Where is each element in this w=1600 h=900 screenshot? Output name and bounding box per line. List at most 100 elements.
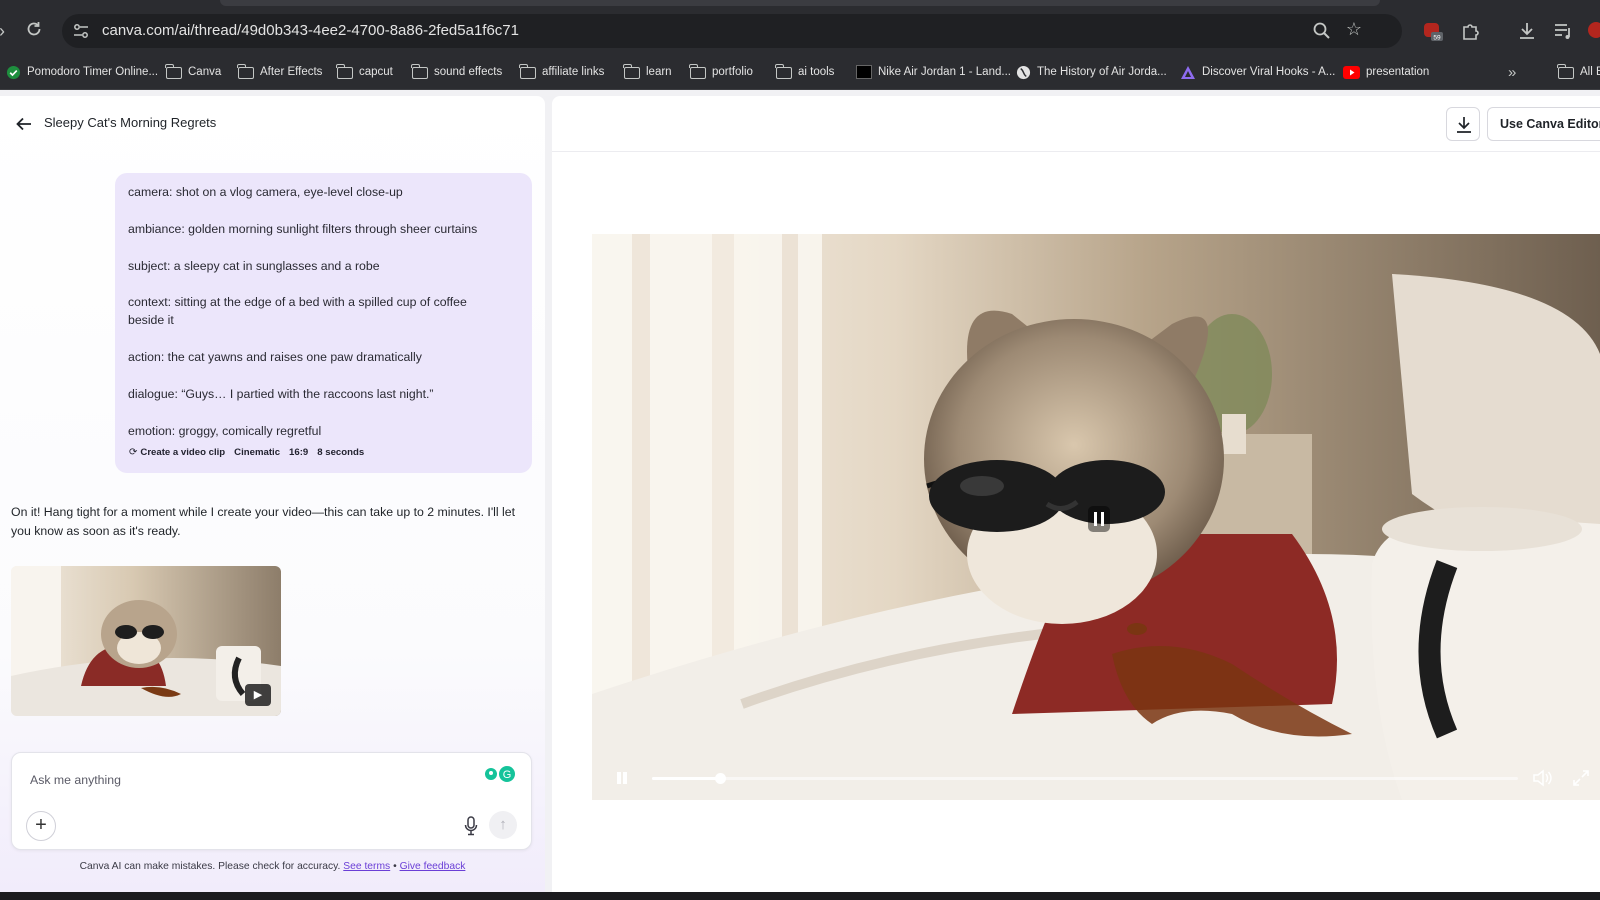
preview-panel: Use Canva Editor: [552, 96, 1600, 892]
prompt-line-ambiance: ambiance: golden morning sunlight filter…: [128, 222, 478, 236]
folder-icon: [775, 64, 792, 79]
progress-knob[interactable]: [714, 773, 726, 784]
folder-icon: [519, 64, 536, 79]
microphone-icon[interactable]: [463, 815, 479, 837]
disclaimer-text: Canva AI can make mistakes. Please check…: [79, 861, 341, 872]
site-settings-icon[interactable]: [72, 22, 90, 40]
video-thumbnail[interactable]: ▶: [11, 566, 281, 716]
svg-text:G: G: [503, 769, 512, 781]
taskbar-edge: [0, 892, 1600, 900]
folder-icon: [1557, 64, 1574, 79]
give-feedback-link[interactable]: Give feedback: [400, 861, 466, 872]
folder-icon: [689, 64, 706, 79]
svg-text:59: 59: [1433, 35, 1441, 42]
bookmark-sound-effects[interactable]: sound effects: [411, 63, 503, 81]
bookmark-pomodoro[interactable]: Pomodoro Timer Online...: [6, 63, 158, 81]
prompt-line-emotion: emotion: groggy, comically regretful: [128, 424, 322, 438]
disclaimer: Canva AI can make mistakes. Please check…: [0, 861, 545, 872]
ask-input[interactable]: [30, 773, 450, 787]
extension-badge-icon[interactable]: 59: [1422, 20, 1444, 42]
add-attachment-button[interactable]: +: [26, 811, 56, 841]
prompt-line-dialogue: dialogue: “Guys… I partied with the racc…: [128, 387, 434, 401]
folder-icon: [623, 64, 640, 79]
bookmark-air-jordan-history[interactable]: The History of Air Jorda...: [1016, 63, 1167, 81]
video-player[interactable]: [592, 234, 1600, 800]
bookmark-label: ai tools: [798, 66, 835, 78]
folder-icon: [237, 64, 254, 79]
profile-avatar[interactable]: [1588, 22, 1600, 38]
user-prompt-bubble: camera: shot on a vlog camera, eye-level…: [115, 173, 532, 473]
bookmark-label: affiliate links: [542, 66, 605, 78]
video-controls: [592, 756, 1600, 800]
see-terms-link[interactable]: See terms: [343, 861, 390, 872]
bookmark-label: The History of Air Jorda...: [1037, 66, 1167, 78]
bookmark-label: portfolio: [712, 66, 753, 78]
bookmark-capcut[interactable]: capcut: [336, 63, 393, 81]
aspect-ratio-chip: 16:9: [289, 447, 309, 458]
disclaimer-separator: •: [393, 861, 397, 872]
center-pause-icon[interactable]: [1086, 504, 1112, 534]
canva-ai-app: Sleepy Cat's Morning Regrets camera: sho…: [0, 90, 1600, 892]
bookmark-canva[interactable]: Canva: [165, 63, 222, 81]
pause-icon[interactable]: [616, 772, 628, 784]
globe-icon: [1016, 65, 1031, 79]
folder-icon: [411, 64, 428, 79]
play-icon[interactable]: ▶: [245, 684, 271, 706]
triangle-logo-icon: [1181, 65, 1195, 79]
bookmark-label: capcut: [359, 66, 393, 78]
create-video-chip: ⟳ Create a video clip: [129, 447, 225, 458]
chip-label: Create a video clip: [140, 447, 226, 458]
style-chip: Cinematic: [234, 447, 281, 458]
prompt-chips: ⟳ Create a video clip Cinematic 16:9 8 se…: [129, 447, 364, 458]
thread-title: Sleepy Cat's Morning Regrets: [44, 115, 217, 130]
folder-icon: [336, 64, 353, 79]
url-text[interactable]: canva.com/ai/thread/49d0b343-4ee2-4700-8…: [102, 22, 519, 39]
nike-icon: [856, 65, 872, 79]
browser-toolbar: › canva.com/ai/thread/49d0b343-4ee2-4700…: [0, 8, 1600, 54]
volume-icon[interactable]: [1532, 769, 1552, 787]
zoom-icon[interactable]: [1312, 21, 1332, 41]
grammarly-icon[interactable]: G: [483, 765, 517, 783]
bookmark-label: presentation: [1366, 66, 1430, 78]
bookmark-nike[interactable]: Nike Air Jordan 1 - Land...: [856, 63, 1011, 81]
bookmark-presentation[interactable]: presentation: [1343, 63, 1429, 81]
forward-icon[interactable]: ›: [0, 19, 14, 43]
chat-composer: G + ↑: [11, 752, 532, 850]
bookmark-label: Canva: [188, 66, 222, 78]
more-bookmarks-chevron-icon[interactable]: »: [1508, 63, 1516, 81]
reload-icon[interactable]: [22, 19, 46, 43]
prompt-line-subject: subject: a sleepy cat in sunglasses and …: [128, 259, 380, 273]
bookmark-star-icon[interactable]: ☆: [1346, 19, 1362, 40]
bookmark-learn[interactable]: learn: [623, 63, 672, 81]
bookmark-after-effects[interactable]: After Effects: [237, 63, 323, 81]
address-bar[interactable]: canva.com/ai/thread/49d0b343-4ee2-4700-8…: [62, 14, 1402, 48]
download-button[interactable]: [1446, 107, 1480, 141]
bookmark-viral-hooks[interactable]: Discover Viral Hooks - A...: [1180, 63, 1335, 81]
active-tab[interactable]: [220, 0, 1380, 6]
bookmark-ai-tools[interactable]: ai tools: [775, 63, 835, 81]
bookmark-label: After Effects: [260, 66, 323, 78]
bookmark-affiliate-links[interactable]: affiliate links: [519, 63, 605, 81]
browser-tab-strip: [0, 0, 1600, 8]
extensions-puzzle-icon[interactable]: [1460, 20, 1482, 42]
video-thumbnail-image: [11, 566, 281, 716]
use-canva-editor-button[interactable]: Use Canva Editor: [1487, 107, 1600, 141]
folder-icon: [165, 64, 182, 79]
bookmark-label: Nike Air Jordan 1 - Land...: [878, 66, 1011, 78]
youtube-icon: [1343, 65, 1360, 79]
bookmark-all-bookmarks[interactable]: All B: [1557, 63, 1600, 81]
bookmarks-bar: Pomodoro Timer Online... Canva After Eff…: [0, 54, 1600, 90]
prompt-line-camera: camera: shot on a vlog camera, eye-level…: [128, 185, 403, 199]
bookmark-label: Pomodoro Timer Online...: [27, 66, 159, 78]
bookmark-portfolio[interactable]: portfolio: [689, 63, 753, 81]
progress-track[interactable]: [652, 773, 1518, 784]
prompt-line-action: action: the cat yawns and raises one paw…: [128, 350, 422, 364]
download-icon: [1457, 117, 1471, 133]
fullscreen-icon[interactable]: [1572, 769, 1590, 787]
media-control-icon[interactable]: [1552, 20, 1574, 42]
bookmark-label: sound effects: [434, 66, 503, 78]
back-arrow-icon[interactable]: [14, 114, 34, 134]
bookmark-label: Discover Viral Hooks - A...: [1202, 66, 1336, 78]
downloads-icon[interactable]: [1516, 20, 1538, 42]
send-button[interactable]: ↑: [489, 811, 517, 839]
